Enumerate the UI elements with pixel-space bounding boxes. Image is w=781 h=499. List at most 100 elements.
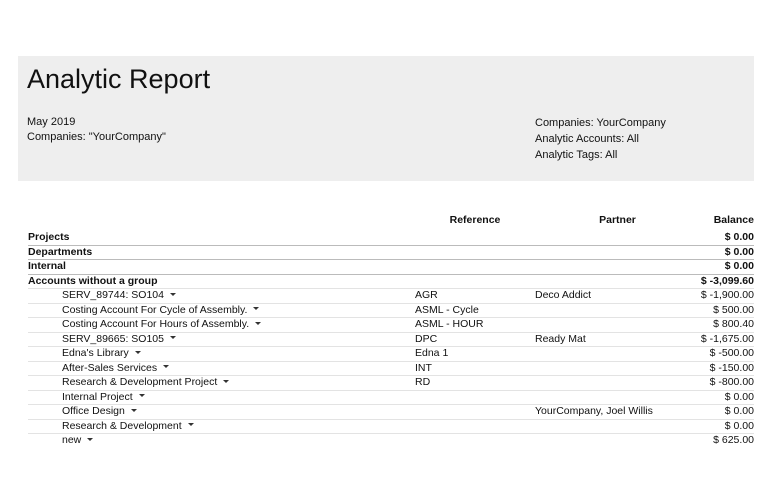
account-balance: $ -150.00 <box>700 360 754 376</box>
group-row-projects: Projects $ 0.00 <box>28 231 754 245</box>
group-balance: $ -3,099.60 <box>700 273 754 289</box>
report-companies: Companies: "YourCompany" <box>27 131 166 143</box>
group-row-internal: Internal $ 0.00 <box>28 259 754 274</box>
account-dropdown[interactable]: Costing Account For Hours of Assembly. <box>62 318 262 331</box>
filter-analytic-accounts: Analytic Accounts: All <box>535 133 639 145</box>
column-balance: Balance <box>713 214 754 226</box>
caret-down-icon <box>163 365 170 369</box>
account-name: Costing Account For Cycle of Assembly. <box>62 303 248 316</box>
group-balance: $ 0.00 <box>700 259 754 274</box>
account-partner: YourCompany, Joel Willis <box>535 404 700 419</box>
account-reference: RD <box>415 375 535 390</box>
account-name: After-Sales Services <box>62 361 158 374</box>
account-dropdown[interactable]: Office Design <box>62 405 137 417</box>
column-reference: Reference <box>449 214 501 226</box>
account-name: SERV_89665: SO105 <box>62 332 164 345</box>
account-balance: $ -500.00 <box>700 346 754 361</box>
group-row-departments: Departments $ 0.00 <box>28 244 754 260</box>
group-name: Projects <box>28 231 70 244</box>
group-balance: $ 0.00 <box>724 231 754 244</box>
column-name <box>28 213 415 231</box>
caret-down-icon <box>223 379 230 383</box>
table-row: SERV_89665: SO105 DPC Ready Mat $ -1,675… <box>28 331 754 347</box>
account-partner <box>535 360 700 376</box>
account-balance: $ 800.40 <box>700 317 754 332</box>
report-filters-left: May 2019 Companies: "YourCompany" <box>27 115 166 145</box>
account-reference: AGR <box>415 288 535 303</box>
analytic-report-table: Reference Partner Balance Projects $ 0.0… <box>28 213 754 448</box>
account-reference <box>415 404 535 419</box>
account-partner <box>535 302 700 318</box>
account-dropdown[interactable]: Research & Development <box>62 420 194 432</box>
report-period: May 2019 <box>27 116 76 128</box>
account-partner <box>535 418 700 434</box>
group-name: Internal <box>28 259 415 274</box>
table-row: After-Sales Services INT $ -150.00 <box>28 360 754 376</box>
account-reference: DPC <box>415 331 535 347</box>
table-row: Research & Development Project RD $ -800… <box>28 375 754 390</box>
account-reference <box>415 433 535 448</box>
account-balance: $ 0.00 <box>700 418 754 434</box>
account-name: Research & Development Project <box>62 376 218 389</box>
account-balance: $ 500.00 <box>700 302 754 318</box>
account-dropdown[interactable]: After-Sales Services <box>62 361 170 374</box>
table-row: SERV_89744: SO104 AGR Deco Addict $ -1,9… <box>28 288 754 303</box>
account-partner <box>535 433 700 448</box>
account-balance: $ 0.00 <box>700 389 754 405</box>
table-row: Office Design YourCompany, Joel Willis $… <box>28 404 754 419</box>
account-dropdown[interactable]: Costing Account For Cycle of Assembly. <box>62 303 260 316</box>
account-partner <box>535 389 700 405</box>
filter-analytic-tags: Analytic Tags: All <box>535 149 618 161</box>
account-reference <box>415 418 535 434</box>
table-row: Internal Project $ 0.00 <box>28 389 754 405</box>
caret-down-icon <box>255 321 262 325</box>
account-name: Office Design <box>62 405 125 418</box>
account-balance: $ -800.00 <box>700 375 754 390</box>
account-name: Internal Project <box>62 390 133 403</box>
account-balance: $ 625.00 <box>700 433 754 448</box>
caret-down-icon <box>187 423 194 427</box>
caret-down-icon <box>138 394 145 398</box>
account-balance: $ -1,900.00 <box>700 288 754 303</box>
account-partner <box>535 375 700 390</box>
caret-down-icon <box>87 437 94 441</box>
account-reference: ASML - HOUR <box>415 317 535 332</box>
caret-down-icon <box>169 336 176 340</box>
account-dropdown[interactable]: Research & Development Project <box>62 376 230 389</box>
table-row: new $ 625.00 <box>28 433 754 448</box>
account-name: Costing Account For Hours of Assembly. <box>62 318 250 331</box>
caret-down-icon <box>253 307 260 311</box>
account-dropdown[interactable]: new <box>62 434 94 447</box>
caret-down-icon <box>134 350 141 354</box>
account-partner <box>535 317 700 332</box>
report-filters-right: Companies: YourCompany Analytic Accounts… <box>535 115 666 163</box>
account-partner: Deco Addict <box>535 288 700 303</box>
account-name: Edna's Library <box>62 347 129 360</box>
account-reference: ASML - Cycle <box>415 302 535 318</box>
table-header-row: Reference Partner Balance <box>28 213 754 231</box>
account-name: Research & Development <box>62 419 182 432</box>
group-row-without-group: Accounts without a group $ -3,099.60 <box>28 273 754 289</box>
column-partner: Partner <box>599 214 636 226</box>
account-dropdown[interactable]: SERV_89665: SO105 <box>62 333 176 345</box>
account-name: SERV_89744: SO104 <box>62 289 164 302</box>
table-row: Costing Account For Hours of Assembly. A… <box>28 317 754 332</box>
account-name: new <box>62 434 82 447</box>
group-name: Accounts without a group <box>28 273 415 289</box>
account-dropdown[interactable]: SERV_89744: SO104 <box>62 289 176 301</box>
filter-companies: Companies: YourCompany <box>535 117 666 129</box>
account-dropdown[interactable]: Internal Project <box>62 391 145 403</box>
caret-down-icon <box>169 292 176 296</box>
account-partner: Ready Mat <box>535 331 700 347</box>
account-balance: $ 0.00 <box>700 404 754 419</box>
table-row: Research & Development $ 0.00 <box>28 418 754 434</box>
account-balance: $ -1,675.00 <box>700 331 754 347</box>
report-header: Analytic Report May 2019 Companies: "You… <box>18 56 754 181</box>
account-reference: Edna 1 <box>415 346 535 361</box>
account-dropdown[interactable]: Edna's Library <box>62 347 141 359</box>
account-reference: INT <box>415 360 535 376</box>
account-partner <box>535 346 700 361</box>
table-row: Costing Account For Cycle of Assembly. A… <box>28 302 754 318</box>
report-title: Analytic Report <box>27 64 211 94</box>
table-row: Edna's Library Edna 1 $ -500.00 <box>28 346 754 361</box>
